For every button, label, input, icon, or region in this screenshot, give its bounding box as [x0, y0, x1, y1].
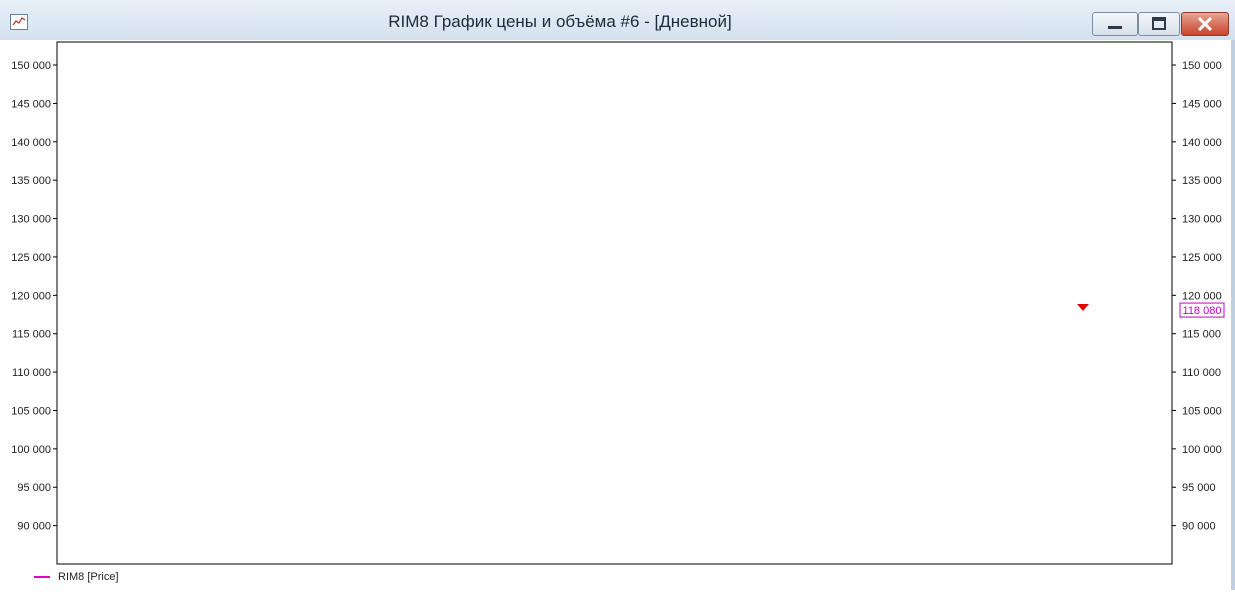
y-tick-label-left: 105 000	[11, 405, 51, 417]
y-tick-label-right: 135 000	[1182, 175, 1222, 187]
minimize-button[interactable]	[1092, 12, 1138, 36]
y-tick-label-left: 110 000	[12, 367, 51, 379]
y-tick-label-left: 120 000	[11, 290, 51, 302]
legend-swatch	[34, 576, 50, 578]
maximize-icon	[1152, 17, 1166, 30]
title-bar[interactable]: RIM8 График цены и объёма #6 - [Дневной]	[0, 0, 1235, 40]
y-tick-label-right: 150 000	[1182, 60, 1222, 72]
y-tick-label-left: 95 000	[17, 482, 51, 494]
y-tick-label-left: 135 000	[11, 175, 51, 187]
y-tick-label-left: 150 000	[11, 60, 51, 72]
window-title: RIM8 График цены и объёма #6 - [Дневной]	[388, 12, 732, 31]
last-price-label: 118 080	[1183, 305, 1222, 317]
y-tick-label-left: 140 000	[11, 137, 51, 149]
y-tick-label-right: 130 000	[1182, 214, 1222, 226]
plot-frame	[56, 41, 1173, 565]
close-button[interactable]	[1181, 12, 1229, 36]
chart-area[interactable]: 150 000 150 000 145 000 145 000 140 000 140 0…	[0, 40, 1231, 590]
y-tick-label-right: 145 000	[1182, 98, 1222, 110]
y-tick-label-left: 100 000	[11, 444, 51, 456]
y-tick-label-right: 110 000	[1182, 367, 1221, 379]
y-tick-label-right: 120 000	[1182, 290, 1222, 302]
y-tick-label-left: 115 000	[12, 329, 51, 341]
y-tick-label-right: 95 000	[1182, 482, 1216, 494]
y-tick-label-right: 140 000	[1182, 137, 1222, 149]
maximize-button[interactable]	[1138, 12, 1180, 36]
y-tick-label-right: 125 000	[1182, 252, 1222, 264]
axes: 150 000 150 000 145 000 145 000 140 000 140 0…	[11, 41, 1222, 565]
price-chart[interactable]: 150 000 150 000 145 000 145 000 140 000 140 0…	[0, 40, 1231, 590]
close-icon	[1197, 16, 1213, 32]
y-tick-label-right: 105 000	[1182, 405, 1222, 417]
y-tick-label-left: 145 000	[11, 98, 51, 110]
y-tick-label-right: 115 000	[1182, 329, 1221, 341]
minimize-icon	[1108, 26, 1122, 29]
legend-label: RIM8 [Price]	[58, 571, 119, 583]
window-border	[1231, 40, 1235, 590]
y-tick-label-right: 90 000	[1182, 521, 1216, 533]
chart-window: RIM8 График цены и объёма #6 - [Дневной]	[0, 0, 1235, 590]
y-tick-label-left: 130 000	[11, 214, 51, 226]
y-tick-label-right: 100 000	[1182, 444, 1222, 456]
y-tick-label-left: 125 000	[11, 252, 51, 264]
y-tick-label-left: 90 000	[17, 521, 51, 533]
legend[interactable]: RIM8 [Price]	[34, 569, 119, 585]
